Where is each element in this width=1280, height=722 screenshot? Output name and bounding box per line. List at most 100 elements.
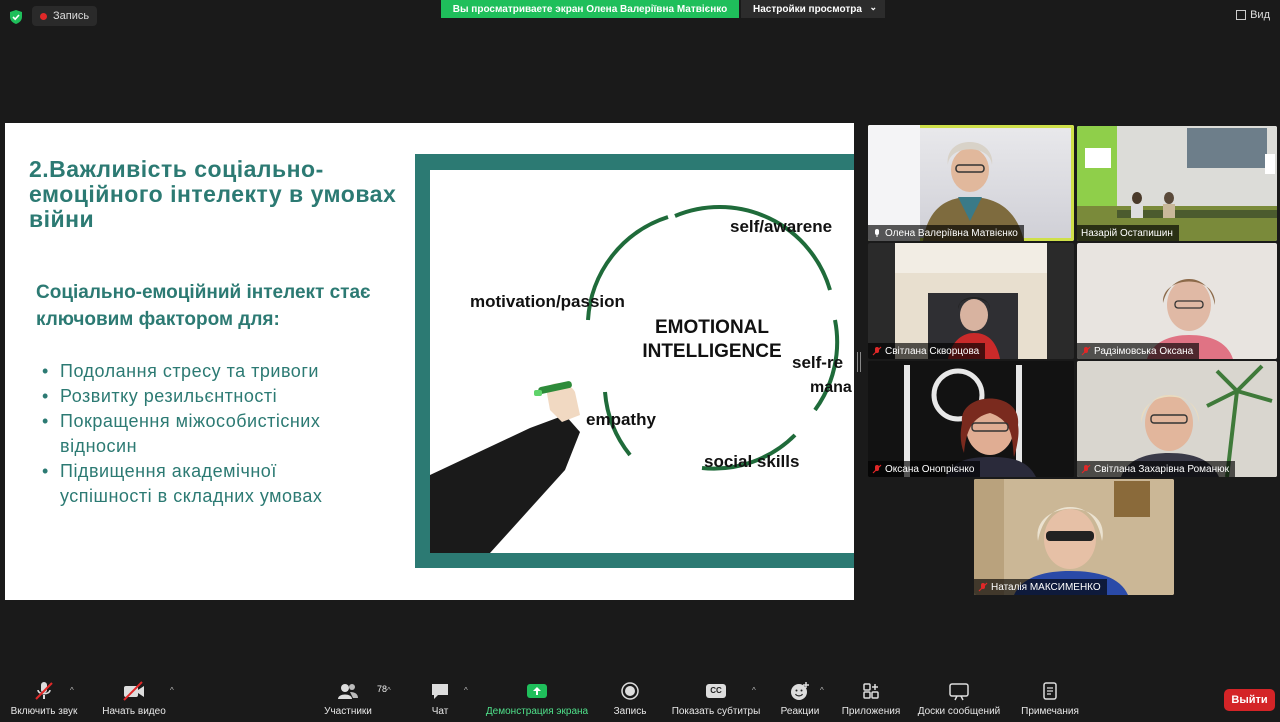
participants-icon xyxy=(338,684,358,699)
share-banner: Вы просматриваете экран Олена Валеріївна… xyxy=(441,0,739,18)
participant-tile[interactable]: Світлана Захарівна Романюк xyxy=(1077,361,1277,477)
share-screen-button[interactable]: Демонстрация экрана xyxy=(484,676,590,722)
video-feed xyxy=(895,243,1047,359)
chevron-up-icon[interactable]: ^ xyxy=(752,686,756,695)
pin-icon xyxy=(875,229,879,237)
panel-resize-handle[interactable] xyxy=(857,352,861,372)
participant-tile[interactable]: Наталія МАКСИМЕНКО xyxy=(974,479,1174,595)
chevron-up-icon[interactable]: ^ xyxy=(70,686,74,695)
participant-name-label: Світлана Скворцова xyxy=(868,343,986,359)
participants-label: Участники xyxy=(324,706,372,717)
record-dot-icon xyxy=(40,12,47,20)
participant-name-label: Назарій Остапишин xyxy=(1077,225,1179,241)
muted-mic-icon xyxy=(978,582,988,592)
start-video-button[interactable]: Начать видео xyxy=(100,676,168,722)
participant-name-label: Олена Валеріївна Матвієнко xyxy=(868,225,1024,241)
diagram-center-line2: INTELLIGENCE xyxy=(642,341,781,362)
muted-mic-icon xyxy=(872,346,882,356)
hand-with-marker-illustration xyxy=(430,381,580,553)
chat-icon xyxy=(432,684,448,699)
share-screen-icon xyxy=(527,684,547,698)
chevron-up-icon[interactable]: ^ xyxy=(464,686,468,695)
video-feed xyxy=(868,361,1074,477)
muted-mic-icon xyxy=(872,464,882,474)
view-settings-label: Настройки просмотра xyxy=(753,3,862,15)
diagram-label: self/awarene xyxy=(730,217,832,236)
unmute-button[interactable]: Включить звук xyxy=(6,676,82,722)
view-button-label: Вид xyxy=(1250,9,1270,21)
diagram-label: motivation/passion xyxy=(470,292,625,311)
diagram-label: self-re xyxy=(792,353,843,372)
whiteboard-icon xyxy=(949,683,969,701)
recording-label: Запись xyxy=(53,10,90,22)
grid-view-icon xyxy=(1236,10,1247,20)
slide-bullet: Покращення міжособистісних відносин xyxy=(42,409,372,459)
diagram-label: mana xyxy=(810,379,852,396)
participant-tile[interactable]: Радзімовська Оксана xyxy=(1077,243,1277,359)
participant-tile[interactable]: Оксана Онопрієнко xyxy=(868,361,1074,477)
muted-mic-icon xyxy=(35,682,53,700)
view-button[interactable]: Вид xyxy=(1236,9,1270,21)
notes-button[interactable]: Примечания xyxy=(1018,676,1082,722)
reactions-label: Реакции xyxy=(780,706,820,717)
leave-button[interactable]: Выйти xyxy=(1224,689,1275,711)
video-feed xyxy=(1077,361,1277,477)
muted-mic-icon xyxy=(1081,346,1091,356)
video-feed xyxy=(1077,126,1277,241)
record-label: Запись xyxy=(613,706,647,717)
participant-tile[interactable]: Олена Валеріївна Матвієнко xyxy=(868,125,1074,241)
chevron-up-icon[interactable]: ^ xyxy=(820,686,824,695)
meeting-toolbar: Включить звук ^ Начать видео ^ 78 Участн… xyxy=(0,676,1280,722)
video-feed xyxy=(974,479,1174,595)
apps-icon xyxy=(863,683,879,699)
view-settings-button[interactable]: Настройки просмотра ⌄ xyxy=(741,0,885,18)
start-video-label: Начать видео xyxy=(102,706,166,717)
chat-button[interactable]: Чат xyxy=(425,676,455,722)
video-off-icon xyxy=(123,681,144,701)
participant-name-label: Наталія МАКСИМЕНКО xyxy=(974,579,1107,595)
participant-name-label: Світлана Захарівна Романюк xyxy=(1077,461,1236,477)
whiteboards-label: Доски сообщений xyxy=(917,706,1001,717)
unmute-label: Включить звук xyxy=(10,706,78,717)
slide-bullet-list: Подолання стресу та тривоги Розвитку рез… xyxy=(42,359,372,509)
record-button[interactable]: Запись xyxy=(610,676,650,722)
captions-button[interactable]: CC Показать субтитры xyxy=(670,676,762,722)
captions-label: Показать субтитры xyxy=(671,706,761,717)
diagram-label: social skills xyxy=(704,452,799,471)
diagram-center-line1: EMOTIONAL xyxy=(655,317,769,338)
top-bar: Запись Вы просматриваете экран Олена Вал… xyxy=(0,0,1280,32)
participants-button[interactable]: 78 Участники xyxy=(322,676,387,722)
recording-indicator[interactable]: Запись xyxy=(32,6,98,26)
slide-bullet: Подолання стресу та тривоги xyxy=(42,359,372,384)
slide-bullet: Підвищення академічної успішності в скла… xyxy=(42,459,372,509)
whiteboards-button[interactable]: Доски сообщений xyxy=(914,676,1004,722)
slide-bullet: Розвитку резильєнтності xyxy=(42,384,372,409)
shield-icon[interactable] xyxy=(8,9,24,25)
notes-icon xyxy=(1043,682,1057,700)
diagram-label: empathy xyxy=(586,410,656,429)
reactions-button[interactable]: Реакции xyxy=(778,676,822,722)
record-icon xyxy=(621,682,639,700)
apps-label: Приложения xyxy=(841,706,901,717)
chevron-up-icon[interactable]: ^ xyxy=(170,686,174,695)
participant-tile[interactable]: Світлана Скворцова xyxy=(868,243,1074,359)
emotional-intelligence-diagram: EMOTIONAL INTELLIGENCE self/awarene self… xyxy=(430,170,854,553)
participant-name-label: Оксана Онопрієнко xyxy=(868,461,981,477)
apps-button[interactable]: Приложения xyxy=(840,676,902,722)
video-feed xyxy=(1077,243,1277,359)
chevron-up-icon[interactable]: ^ xyxy=(387,686,391,695)
participant-tile[interactable]: Назарій Остапишин xyxy=(1077,126,1277,241)
video-feed xyxy=(868,125,1024,241)
chevron-down-icon: ⌄ xyxy=(869,2,877,12)
participants-count: 78 xyxy=(377,684,388,694)
closed-captions-icon: CC xyxy=(706,684,726,698)
reactions-icon xyxy=(791,682,809,700)
participant-name-label: Радзімовська Оксана xyxy=(1077,343,1200,359)
slide-subtitle: Соціально-емоційний інтелект стає ключов… xyxy=(36,282,371,330)
muted-mic-icon xyxy=(1081,464,1091,474)
notes-label: Примечания xyxy=(1021,706,1079,717)
share-screen-label: Демонстрация экрана xyxy=(485,706,589,717)
slide-image-frame: EMOTIONAL INTELLIGENCE self/awarene self… xyxy=(415,154,854,568)
chat-label: Чат xyxy=(431,706,449,717)
slide-title: 2.Важливість соціально-емоційного інтеле… xyxy=(29,156,397,232)
